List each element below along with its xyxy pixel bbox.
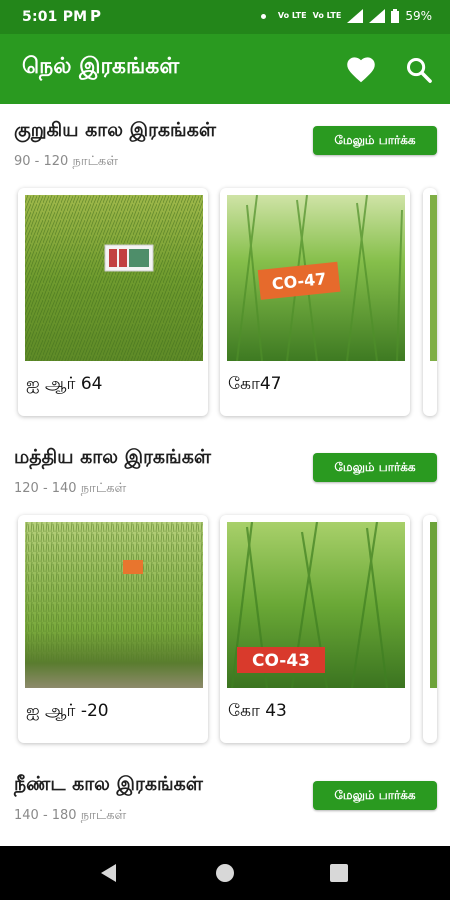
signal-icon-2 [369, 9, 386, 23]
variety-image: CO-47 [227, 195, 405, 361]
section-subtitle-short: 90 - 120 நாட்கள் [14, 154, 118, 169]
variety-tag: CO-43 [252, 651, 310, 671]
variety-label: ஐ ஆர் 64 [26, 374, 103, 394]
variety-card-co47[interactable]: CO-47 கோ47 [220, 188, 410, 416]
recents-icon[interactable] [330, 864, 348, 882]
variety-image [25, 195, 203, 361]
section-subtitle-long: 140 - 180 நாட்கள் [14, 808, 127, 823]
volte-icon: Vo LTE [277, 11, 307, 20]
variety-label: ஐ ஆர் -20 [26, 701, 109, 721]
back-icon[interactable] [101, 864, 116, 882]
variety-image [430, 195, 437, 361]
notification-dot-icon [260, 13, 266, 19]
variety-card-partial[interactable] [423, 515, 437, 743]
battery-percent: 59% [405, 9, 432, 23]
app-notification-icon: P [90, 7, 101, 25]
variety-label: கோ47 [228, 374, 282, 394]
see-more-button-medium[interactable]: மேலும் பார்க்க [313, 453, 437, 482]
section-title-medium: மத்திய கால இரகங்கள் [14, 446, 211, 468]
volte-icon-2: Vo LTE [312, 11, 342, 20]
see-more-button-short[interactable]: மேலும் பார்க்க [313, 126, 437, 155]
variety-image [430, 522, 437, 688]
variety-card-partial[interactable] [423, 188, 437, 416]
section-subtitle-medium: 120 - 140 நாட்கள் [14, 481, 127, 496]
status-time: 5:01 PM [22, 9, 88, 25]
battery-icon [391, 9, 400, 23]
status-icons: Vo LTE Vo LTE 59% [260, 9, 432, 23]
section-title-long: நீண்ட கால இரகங்கள் [14, 773, 203, 795]
see-more-button-long[interactable]: மேலும் பார்க்க [313, 781, 437, 810]
home-icon[interactable] [216, 864, 234, 882]
system-nav-bar [0, 846, 450, 900]
heart-icon[interactable] [347, 57, 375, 83]
signal-icon [347, 9, 364, 23]
variety-card-ir20[interactable]: ஐ ஆர் -20 [18, 515, 208, 743]
section-title-short: குறுகிய கால இரகங்கள் [14, 119, 216, 141]
variety-card-ir64[interactable]: ஐ ஆர் 64 [18, 188, 208, 416]
variety-card-co43[interactable]: CO-43 கோ 43 [220, 515, 410, 743]
app-bar: நெல் இரகங்கள் [0, 34, 450, 104]
search-icon[interactable] [405, 56, 433, 84]
variety-image: CO-43 [227, 522, 405, 688]
page-title: நெல் இரகங்கள் [22, 54, 180, 79]
status-bar: 5:01 PM P Vo LTE Vo LTE 59% [0, 0, 450, 34]
variety-image [25, 522, 203, 688]
variety-label: கோ 43 [228, 701, 287, 721]
